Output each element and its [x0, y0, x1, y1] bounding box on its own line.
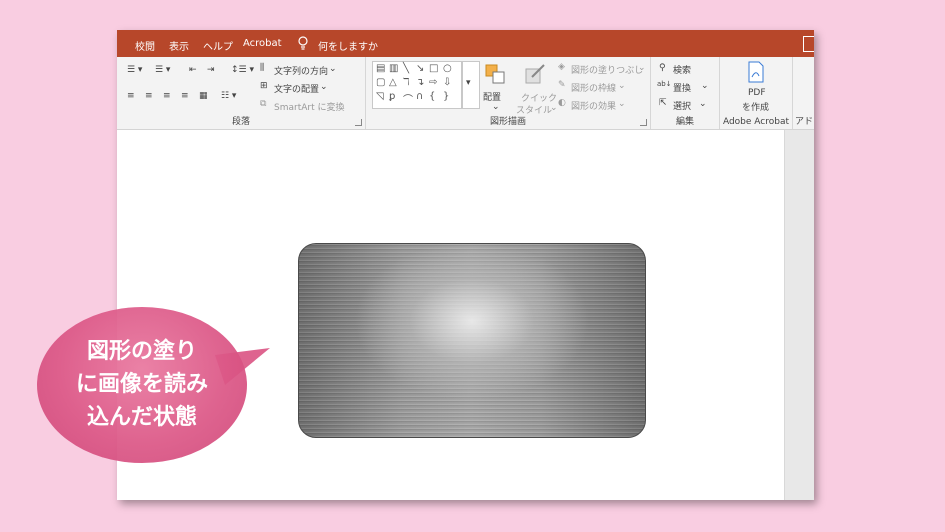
- pdf-create-icon[interactable]: [747, 61, 765, 83]
- align-text-icon[interactable]: ⊞: [260, 81, 268, 91]
- shape-fill-button[interactable]: 図形の塗りつぶし: [571, 63, 643, 76]
- addin-group: アド: [793, 57, 814, 129]
- cursor-select-icon[interactable]: ⇱: [659, 98, 667, 108]
- quick-styles-icon[interactable]: [524, 63, 546, 85]
- shape-outline-button[interactable]: 図形の枠線: [571, 81, 616, 94]
- chevron-down-icon: ▾: [466, 78, 471, 88]
- replace-button[interactable]: 置換: [673, 81, 691, 94]
- rectangle-shape-icon[interactable]: □: [429, 63, 438, 74]
- share-icon[interactable]: [803, 36, 814, 52]
- elbow-connector-shape-icon[interactable]: ↴: [416, 77, 424, 88]
- editing-group: ⚲ 検索 ab↓ 置換 ⌄ ⇱ 選択 ⌄ 編集: [651, 57, 720, 129]
- chevron-down-icon[interactable]: ⌄: [550, 103, 558, 113]
- chevron-down-icon[interactable]: ⌄: [320, 82, 328, 92]
- chevron-down-icon[interactable]: ⌄: [618, 99, 626, 109]
- chevron-down-icon[interactable]: ⌄: [699, 99, 707, 109]
- arrow-line-shape-icon[interactable]: ↘: [416, 63, 424, 74]
- shapes-gallery[interactable]: ▤ ▥ ╲ ↘ □ ○ ▢ △ ℸ ↴ ⇨ ⇩ ◹ ꝑ ⌒ ∩ { }: [372, 61, 462, 109]
- vertical-scrollbar[interactable]: [784, 130, 814, 500]
- chevron-down-icon[interactable]: ⌄: [701, 81, 709, 91]
- numbering-icon[interactable]: ☰ ▾: [155, 65, 170, 75]
- acrobat-group: PDF を作成 Adobe Acrobat: [720, 57, 793, 129]
- replace-icon[interactable]: ab↓: [657, 80, 672, 88]
- callout-line-3: 込んだ状態: [86, 405, 197, 430]
- decrease-indent-icon[interactable]: ⇤: [189, 65, 197, 75]
- line-spacing-icon[interactable]: ↕☰ ▾: [231, 65, 254, 75]
- ribbon: ☰ ▾ ☰ ▾ ⇤ ⇥ ↕☰ ▾ ⫼ 文字列の方向 ⌄ ⊞ 文字の配置 ⌄ ≡ …: [117, 57, 814, 130]
- increase-indent-icon[interactable]: ⇥: [207, 65, 215, 75]
- arrange-icon[interactable]: [484, 63, 506, 85]
- align-text-button[interactable]: 文字の配置: [274, 82, 319, 95]
- vertical-textbox-shape-icon[interactable]: ▥: [389, 63, 398, 74]
- paint-bucket-icon[interactable]: ◈: [558, 62, 565, 72]
- shape-effects-button[interactable]: 図形の効果: [571, 99, 616, 112]
- freeform-shape-icon[interactable]: ◹: [376, 91, 384, 102]
- bullets-icon[interactable]: ☰ ▾: [127, 65, 142, 75]
- create-pdf-label[interactable]: を作成: [742, 100, 769, 113]
- menu-bar: 校閲 表示 ヘルプ Acrobat 何をしますか: [117, 30, 814, 57]
- pdf-label[interactable]: PDF: [748, 88, 766, 98]
- right-brace-shape-icon[interactable]: }: [443, 91, 449, 102]
- right-arrow-shape-icon[interactable]: ⇨: [429, 77, 437, 88]
- addin-group-label: アド: [795, 117, 814, 127]
- paragraph-group: ☰ ▾ ☰ ▾ ⇤ ⇥ ↕☰ ▾ ⫼ 文字列の方向 ⌄ ⊞ 文字の配置 ⌄ ≡ …: [117, 57, 366, 129]
- chevron-down-icon[interactable]: ⌄: [492, 102, 500, 112]
- find-button[interactable]: 検索: [673, 63, 691, 76]
- editing-group-label: 編集: [675, 117, 694, 127]
- search-icon[interactable]: ⚲: [659, 63, 666, 73]
- smartart-button[interactable]: SmartArt に変換: [274, 100, 344, 113]
- acrobat-group-label: Adobe Acrobat: [722, 117, 790, 127]
- text-direction-button[interactable]: 文字列の方向: [274, 64, 328, 77]
- menu-view[interactable]: 表示: [169, 38, 189, 53]
- callout-line-2: に画像を読み: [75, 372, 208, 397]
- columns-icon[interactable]: ☷ ▾: [221, 91, 236, 101]
- down-arrow-shape-icon[interactable]: ⇩: [443, 77, 451, 88]
- justify-icon[interactable]: ≡: [181, 91, 189, 101]
- slide-canvas[interactable]: [117, 130, 785, 500]
- text-direction-icon[interactable]: ⫼: [260, 63, 264, 73]
- chevron-down-icon[interactable]: ⌄: [618, 81, 626, 91]
- line-shape-icon[interactable]: ╲: [403, 63, 409, 74]
- callout-line-1: 図形の塗り: [86, 339, 197, 364]
- rounded-rectangle-picture-fill[interactable]: [298, 243, 646, 438]
- dialog-launcher-icon[interactable]: [640, 119, 647, 126]
- triangle-shape-icon[interactable]: △: [389, 77, 397, 88]
- align-center-icon[interactable]: ≡: [145, 91, 153, 101]
- shape-effects-icon[interactable]: ◐: [558, 98, 566, 108]
- connector-shape-icon[interactable]: ℸ: [403, 77, 409, 88]
- rounded-rect-shape-icon[interactable]: ▢: [376, 77, 385, 88]
- paragraph-group-label: 段落: [231, 117, 250, 127]
- dialog-launcher-icon[interactable]: [355, 119, 362, 126]
- align-left-icon[interactable]: ≡: [127, 91, 135, 101]
- curve-shape-icon[interactable]: ∩: [416, 91, 423, 102]
- pen-outline-icon[interactable]: ✎: [558, 80, 566, 90]
- smartart-icon[interactable]: ⧉: [260, 99, 266, 109]
- textbox-shape-icon[interactable]: ▤: [376, 63, 385, 74]
- tell-me-search[interactable]: 何をしますか: [318, 38, 378, 53]
- oval-shape-icon[interactable]: ○: [443, 63, 452, 74]
- scribble-shape-icon[interactable]: ꝑ: [389, 91, 395, 102]
- menu-acrobat[interactable]: Acrobat: [243, 38, 282, 49]
- drawing-group-label: 図形描画: [489, 117, 526, 127]
- chevron-down-icon[interactable]: ⌄: [638, 63, 646, 73]
- chevron-down-icon[interactable]: ⌄: [329, 64, 337, 74]
- select-button[interactable]: 選択: [673, 99, 691, 112]
- menu-help[interactable]: ヘルプ: [203, 38, 233, 53]
- align-right-icon[interactable]: ≡: [163, 91, 171, 101]
- distribute-icon[interactable]: ▦: [199, 91, 208, 101]
- menu-review[interactable]: 校閲: [135, 38, 155, 53]
- gallery-more-button[interactable]: ▾: [462, 61, 480, 109]
- lightbulb-icon[interactable]: [297, 36, 309, 50]
- left-brace-shape-icon[interactable]: {: [429, 91, 435, 102]
- drawing-group: ▤ ▥ ╲ ↘ □ ○ ▢ △ ℸ ↴ ⇨ ⇩ ◹ ꝑ ⌒ ∩ { } ▾ 配置…: [366, 57, 651, 129]
- arc-shape-icon[interactable]: ⌒: [403, 91, 413, 106]
- callout-text: 図形の塗り に画像を読み 込んだ状態: [37, 335, 247, 434]
